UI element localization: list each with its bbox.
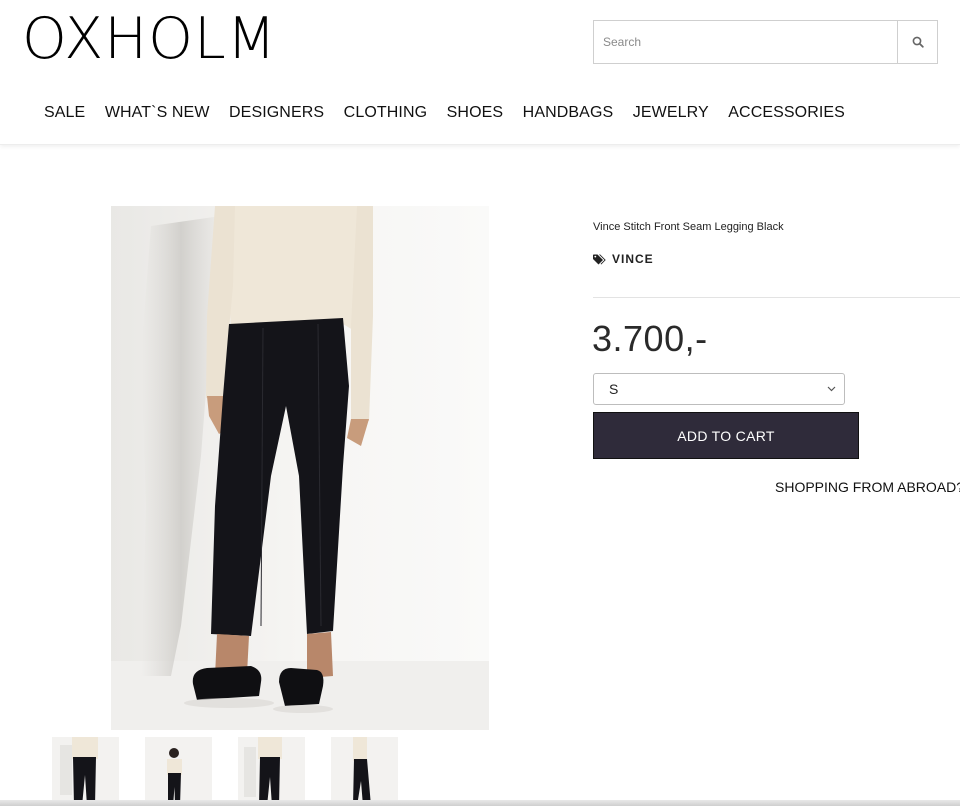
main-nav: SALE WHAT`S NEW DESIGNERS CLOTHING SHOES… bbox=[44, 104, 864, 122]
chevron-down-icon bbox=[827, 386, 836, 392]
product-main-image[interactable] bbox=[111, 206, 489, 730]
brand-name: VINCE bbox=[612, 252, 654, 266]
search-input[interactable] bbox=[594, 21, 897, 63]
info-divider bbox=[593, 297, 960, 298]
site-logo[interactable]: OXHOLM bbox=[22, 8, 277, 70]
nav-item-accessories[interactable]: ACCESSORIES bbox=[728, 104, 845, 122]
nav-item-sale[interactable]: SALE bbox=[44, 104, 85, 122]
nav-item-clothing[interactable]: CLOTHING bbox=[344, 104, 427, 122]
nav-item-designers[interactable]: DESIGNERS bbox=[229, 104, 324, 122]
product-thumbnail[interactable] bbox=[52, 737, 119, 806]
product-thumbnail[interactable] bbox=[238, 737, 305, 806]
search-bar bbox=[593, 20, 938, 64]
shopping-abroad-link[interactable]: SHOPPING FROM ABROAD? bbox=[775, 479, 960, 495]
product-price: 3.700,- bbox=[592, 318, 708, 359]
size-select-value: S bbox=[609, 381, 619, 397]
nav-item-whats-new[interactable]: WHAT`S NEW bbox=[105, 104, 210, 122]
site-header: OXHOLM SALE WHAT`S NEW DESIGNERS CLOTHIN… bbox=[0, 0, 960, 145]
product-thumbnails bbox=[52, 737, 424, 806]
nav-item-shoes[interactable]: SHOES bbox=[447, 104, 504, 122]
tags-icon bbox=[593, 254, 607, 265]
product-brand-link[interactable]: VINCE bbox=[593, 252, 654, 266]
product-thumbnail[interactable] bbox=[145, 737, 212, 806]
add-to-cart-button[interactable]: ADD TO CART bbox=[593, 412, 859, 459]
product-title: Vince Stitch Front Seam Legging Black bbox=[593, 221, 784, 233]
page-bottom-edge bbox=[0, 800, 960, 806]
product-photo bbox=[111, 206, 489, 730]
search-icon bbox=[912, 36, 924, 48]
search-button[interactable] bbox=[897, 21, 937, 63]
product-thumbnail[interactable] bbox=[331, 737, 398, 806]
nav-item-handbags[interactable]: HANDBAGS bbox=[523, 104, 614, 122]
size-select[interactable]: S bbox=[593, 373, 845, 405]
nav-item-jewelry[interactable]: JEWELRY bbox=[633, 104, 709, 122]
